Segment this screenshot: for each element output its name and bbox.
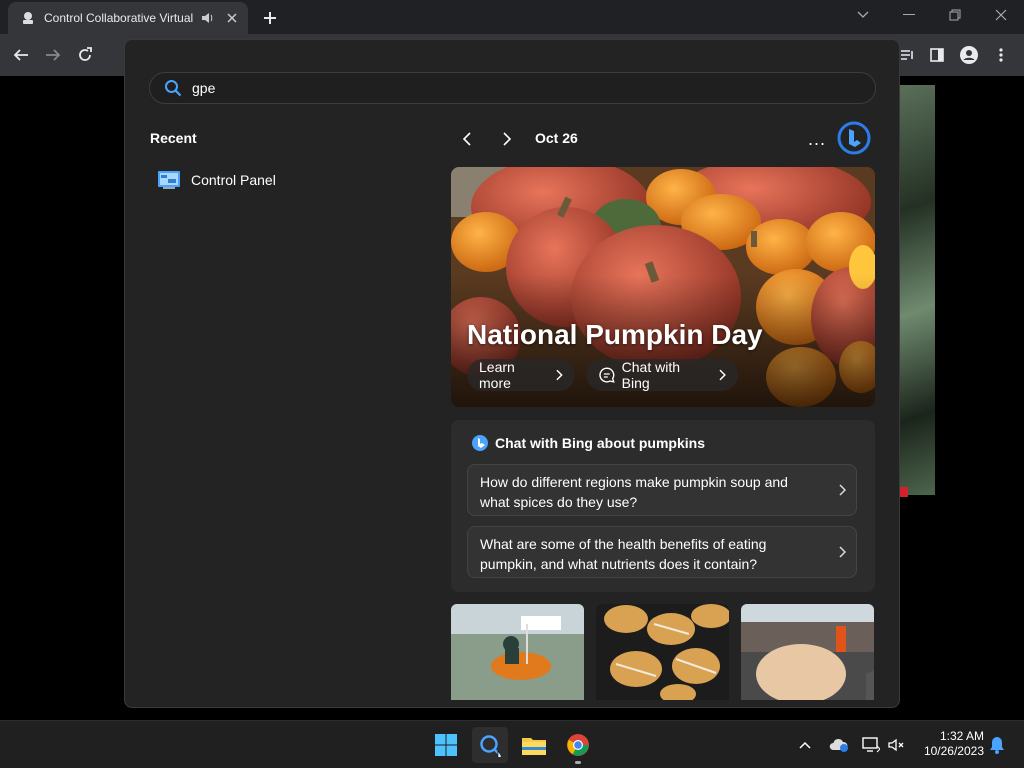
minimize-button[interactable]	[886, 0, 932, 30]
previous-day-button[interactable]	[455, 127, 479, 151]
volume-muted-icon[interactable]	[884, 727, 910, 763]
page-image-fragment	[900, 85, 935, 495]
hero-card-national-pumpkin-day[interactable]: National Pumpkin Day Learn more Chat wit…	[451, 167, 875, 407]
search-input[interactable]	[192, 80, 792, 96]
chevron-right-icon	[719, 369, 726, 381]
window-close-button[interactable]	[978, 0, 1024, 30]
clock-date: 10/26/2023	[923, 744, 984, 758]
taskbar-clock[interactable]: 1:32 AM 10/26/2023	[912, 729, 984, 759]
chat-question-2[interactable]: What are some of the health benefits of …	[467, 526, 857, 578]
chat-card-header: Chat with Bing about pumpkins	[471, 434, 705, 452]
learn-more-label: Learn more	[479, 359, 515, 391]
bing-logo-icon[interactable]	[837, 121, 871, 155]
next-day-button[interactable]	[495, 127, 519, 151]
chrome-icon[interactable]	[560, 727, 596, 763]
hero-title: National Pumpkin Day	[467, 319, 763, 350]
windows-taskbar: 1:32 AM 10/26/2023	[0, 720, 1024, 768]
side-panel-icon[interactable]	[924, 42, 950, 68]
browser-titlebar: Control Collaborative Virtual	[0, 0, 1024, 34]
profile-icon[interactable]	[956, 42, 982, 68]
onedrive-cloud-icon[interactable]	[826, 727, 852, 763]
chrome-running-indicator	[575, 761, 581, 764]
chat-with-bing-label: Chat with Bing	[621, 359, 680, 391]
chat-question-1[interactable]: How do different regions make pumpkin so…	[467, 464, 857, 516]
forward-arrow-icon[interactable]	[40, 42, 66, 68]
highlight-date: Oct 26	[535, 130, 578, 146]
reload-icon[interactable]	[72, 42, 98, 68]
chat-card-title: Chat with Bing about pumpkins	[495, 435, 705, 451]
chat-bubble-icon	[599, 367, 615, 383]
search-box[interactable]	[149, 72, 876, 104]
chevron-right-icon	[839, 546, 846, 558]
notification-bell-icon[interactable]	[984, 727, 1010, 763]
file-explorer-icon[interactable]	[516, 727, 552, 763]
search-icon	[164, 79, 182, 97]
recent-item-label: Control Panel	[191, 172, 276, 188]
bing-chat-icon	[472, 435, 488, 451]
control-panel-icon	[157, 170, 181, 190]
back-arrow-icon[interactable]	[8, 42, 34, 68]
chevron-right-icon	[839, 484, 846, 496]
new-tab-button[interactable]	[258, 6, 282, 30]
clock-time: 1:32 AM	[939, 729, 984, 743]
chat-with-bing-card: Chat with Bing about pumpkins How do dif…	[451, 420, 875, 592]
tab-title: Control Collaborative Virtual	[44, 11, 194, 25]
thumbnail-pumpkin-pastries[interactable]	[596, 604, 729, 700]
tab-close-icon[interactable]	[224, 10, 240, 26]
search-flyout: Recent Control Panel Oct 26 ...	[124, 39, 900, 708]
recent-heading: Recent	[150, 130, 197, 146]
chat-question-text: What are some of the health benefits of …	[480, 536, 767, 572]
recent-item-control-panel[interactable]: Control Panel	[157, 166, 276, 194]
tab-search-chevron-icon[interactable]	[840, 0, 886, 30]
network-monitor-icon[interactable]	[858, 727, 884, 763]
chat-with-bing-button[interactable]: Chat with Bing	[586, 359, 738, 391]
speaker-icon[interactable]	[200, 10, 216, 26]
thumbnail-giant-pumpkin-crowd[interactable]	[741, 604, 874, 700]
chat-question-text: How do different regions make pumpkin so…	[480, 474, 788, 510]
taskbar-search-icon[interactable]	[472, 727, 508, 763]
menu-kebab-icon[interactable]	[988, 42, 1014, 68]
thumbnail-pumpkin-boat[interactable]	[451, 604, 584, 700]
page-red-marker	[900, 487, 908, 497]
learn-more-button[interactable]: Learn more	[467, 359, 575, 391]
start-windows-icon[interactable]	[428, 727, 464, 763]
chevron-right-icon	[556, 369, 563, 381]
show-hidden-icons-chevron-icon[interactable]	[792, 727, 818, 763]
restore-button[interactable]	[932, 0, 978, 30]
browser-tab[interactable]: Control Collaborative Virtual	[8, 2, 248, 34]
tab-favicon-icon	[20, 10, 36, 26]
more-options-button[interactable]: ...	[803, 128, 831, 150]
